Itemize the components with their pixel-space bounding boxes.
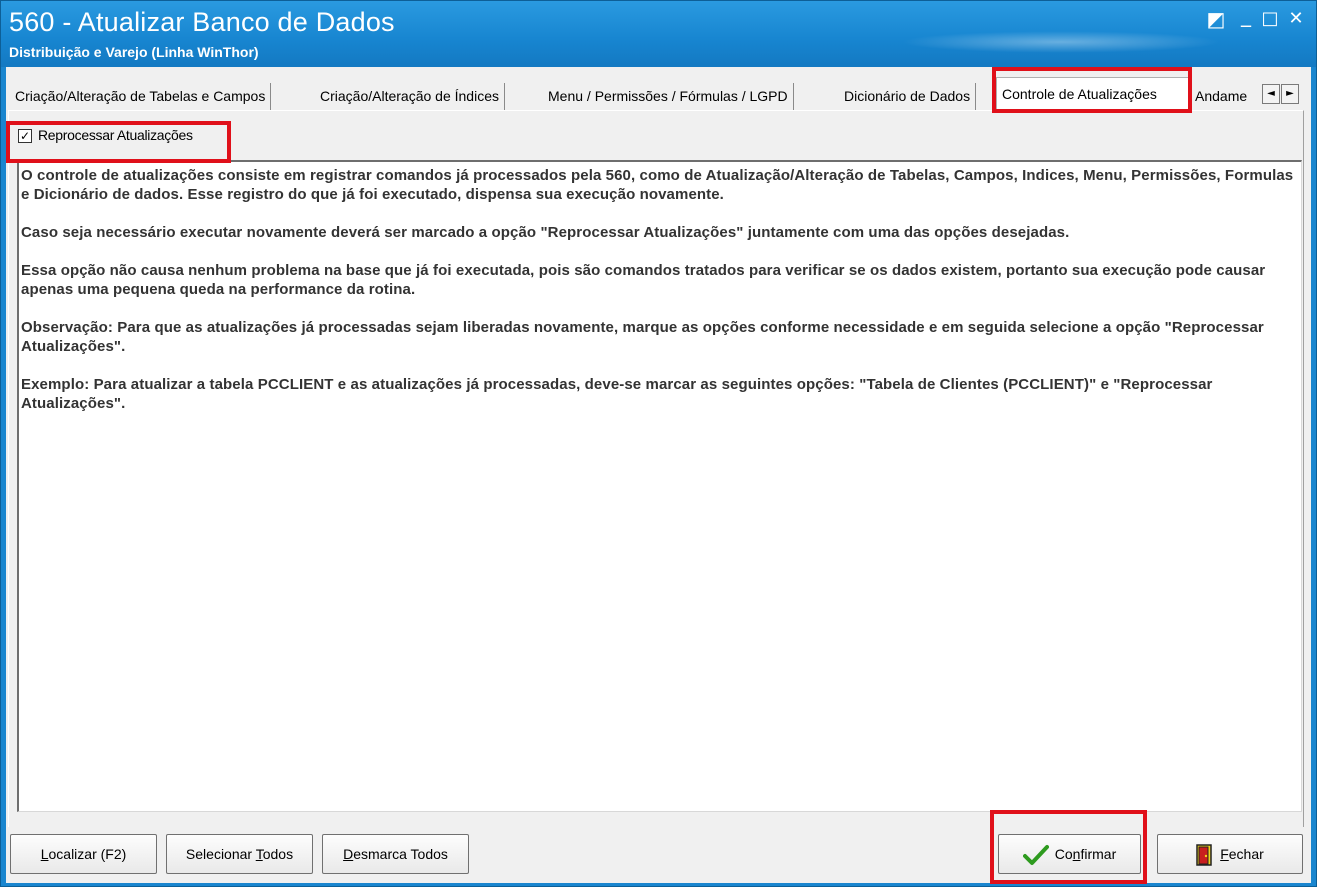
- reprocess-label[interactable]: Reprocessar Atualizações: [38, 127, 193, 143]
- description-paragraph: O controle de atualizações consiste em r…: [21, 167, 1294, 203]
- confirm-label-start: Co: [1054, 846, 1073, 862]
- find-hotkey: L: [40, 846, 49, 862]
- reprocess-checkbox[interactable]: ✓: [18, 129, 32, 143]
- tab-indexes[interactable]: Criação/Alteração de Índices: [315, 83, 505, 110]
- select-all-button[interactable]: Selecionar Todos: [166, 834, 313, 874]
- confirm-button[interactable]: Confirmar: [998, 834, 1141, 874]
- find-button[interactable]: Localizar (F2): [10, 834, 157, 874]
- description-paragraph: Essa opção não causa nenhum problema na …: [21, 262, 1266, 298]
- unselect-all-hotkey: D: [343, 846, 354, 862]
- tab-progress[interactable]: Andame: [1190, 83, 1262, 110]
- find-label: ocalizar (F2): [48, 846, 127, 862]
- app-window: 560 - Atualizar Banco de Dados Distribui…: [0, 0, 1317, 887]
- close-button[interactable]: Fechar: [1157, 834, 1303, 874]
- minimize-icon[interactable]: _: [1233, 3, 1259, 27]
- client-area: Criação/Alteração de Tabelas e Campos Cr…: [6, 67, 1311, 884]
- close-icon[interactable]: ✕: [1283, 7, 1309, 31]
- description-paragraph: Exemplo: Para atualizar a tabela PCCLIEN…: [21, 376, 1213, 412]
- tab-data-dictionary[interactable]: Dicionário de Dados: [839, 83, 977, 110]
- tab-menu-permissions[interactable]: Menu / Permissões / Fórmulas / LGPD: [543, 83, 794, 110]
- tab-tables-fields[interactable]: Criação/Alteração de Tabelas e Campos: [10, 83, 272, 110]
- description-paragraph: Caso seja necessário executar novamente …: [21, 224, 1070, 241]
- tab-scroll-right-icon[interactable]: ►: [1281, 84, 1299, 104]
- select-all-label-start: Selecionar: [185, 846, 256, 862]
- unselect-all-label: esmarca Todos: [353, 846, 448, 862]
- unselect-all-button[interactable]: Desmarca Todos: [322, 834, 469, 874]
- select-all-hotkey: T: [255, 846, 263, 862]
- tab-update-control[interactable]: Controle de Atualizações: [996, 77, 1190, 110]
- title-bar-glow: [901, 31, 1221, 53]
- description-paragraph: Observação: Para que as atualizações já …: [21, 319, 1264, 355]
- close-hotkey: F: [1220, 846, 1229, 862]
- select-all-label-end: odos: [262, 846, 294, 862]
- restore-icon[interactable]: ◩: [1203, 7, 1229, 31]
- description-memo[interactable]: O controle de atualizações consiste em r…: [17, 160, 1302, 812]
- confirm-label-end: firmar: [1080, 846, 1117, 862]
- window-subtitle: Distribuição e Varejo (Linha WinThor): [9, 44, 259, 60]
- maximize-icon[interactable]: □: [1257, 7, 1283, 31]
- window-title: 560 - Atualizar Banco de Dados: [9, 7, 395, 37]
- tab-scroll-left-icon[interactable]: ◄: [1262, 84, 1280, 104]
- tab-strip: Criação/Alteração de Tabelas e Campos Cr…: [6, 73, 1311, 111]
- close-label: echar: [1228, 846, 1264, 862]
- title-bar[interactable]: 560 - Atualizar Banco de Dados Distribui…: [1, 1, 1316, 67]
- checkmark-icon: [1022, 845, 1049, 866]
- exit-door-icon: [1196, 844, 1212, 867]
